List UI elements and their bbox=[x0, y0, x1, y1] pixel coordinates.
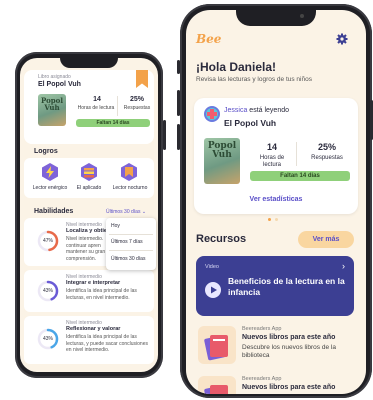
gear-icon[interactable] bbox=[336, 32, 348, 45]
skill-title: Integrar e interpretar bbox=[66, 280, 121, 286]
volume-down-button bbox=[177, 124, 180, 150]
front-phone-screen: Bee ¡Hola Daniela! Revisa las lecturas y… bbox=[186, 10, 366, 394]
hours-value: 14 bbox=[266, 142, 277, 152]
bookmark-icon bbox=[136, 70, 148, 88]
resource-source: Beereaders App bbox=[242, 376, 282, 382]
answers-value: 25% bbox=[317, 142, 336, 152]
days-remaining-pill: Faltan 14 días bbox=[250, 171, 350, 181]
resource-source: Beereaders App bbox=[242, 326, 282, 332]
skill-card[interactable]: 43% Nivel intermedio Reflexionar y valor… bbox=[24, 316, 154, 364]
book-cover: Popol Vuh bbox=[204, 138, 240, 184]
resources-heading: Recursos bbox=[196, 233, 247, 245]
skill-desc: Identifica la idea principal de las lect… bbox=[66, 334, 148, 353]
answers-label: Respuestas bbox=[311, 155, 343, 161]
bookmark-icon[interactable] bbox=[119, 162, 139, 182]
achievement-label: El aplicado bbox=[76, 185, 102, 191]
bee-logo: Bee bbox=[196, 32, 222, 46]
reading-status: Jessica está leyendo bbox=[224, 107, 289, 114]
chevron-down-icon: ⌄ bbox=[141, 209, 147, 215]
skill-progress-ring: 43% bbox=[37, 280, 59, 302]
assigned-label: Libro asignado bbox=[38, 74, 71, 80]
assigned-book-card[interactable]: Libro asignado El Popol Vuh Popol Vuh 14… bbox=[24, 70, 154, 144]
achievements-card: Lector enérgico El aplicado Lector noctu… bbox=[24, 158, 154, 198]
carousel-dot[interactable] bbox=[275, 218, 278, 221]
books-icon[interactable] bbox=[79, 162, 99, 182]
skill-percent: 43% bbox=[42, 336, 53, 342]
skill-progress-ring: 43% bbox=[37, 328, 59, 350]
period-dropdown: Hoy Últimos 7 días Últimos 30 días bbox=[106, 218, 156, 270]
reading-card[interactable]: Jessica está leyendo El Popol Vuh Popol … bbox=[194, 98, 358, 214]
back-phone-screen: Libro asignado El Popol Vuh Popol Vuh 14… bbox=[20, 58, 158, 372]
dropdown-option[interactable]: Últimos 7 días bbox=[111, 239, 143, 245]
volume-up-button bbox=[177, 90, 180, 116]
skill-desc: Identifica la idea principal de las lect… bbox=[66, 288, 137, 301]
view-stats-link[interactable]: Ver estadísticas bbox=[194, 196, 358, 203]
video-title: Beneficios de la lectura en la infancia bbox=[228, 276, 345, 297]
chevron-right-icon: › bbox=[342, 261, 345, 271]
skill-percent: 43% bbox=[42, 288, 53, 294]
books-icon bbox=[198, 326, 236, 364]
carousel-dot-active[interactable] bbox=[268, 218, 271, 221]
skill-title: Reflexionar y valorar bbox=[66, 326, 121, 332]
hours-label: Horas de lectura bbox=[259, 155, 285, 168]
achievements-heading: Logros bbox=[34, 148, 58, 155]
see-more-button[interactable]: Ver más bbox=[298, 231, 354, 248]
play-icon[interactable] bbox=[205, 282, 221, 298]
back-phone-notch bbox=[60, 58, 118, 68]
period-filter[interactable]: Últimos 30 días ⌄ bbox=[106, 209, 146, 215]
avatar bbox=[204, 106, 220, 122]
hours-label: Horas de lectura bbox=[77, 105, 115, 111]
front-phone-notch bbox=[236, 10, 316, 26]
camera-icon bbox=[300, 14, 304, 18]
dropdown-option[interactable]: Últimos 30 días bbox=[111, 256, 145, 262]
power-button bbox=[163, 120, 166, 150]
lightning-icon[interactable] bbox=[40, 162, 60, 182]
video-card[interactable]: Video › Beneficios de la lectura en la i… bbox=[196, 256, 354, 316]
skill-card[interactable]: 43% Nivel intermedio Integrar e interpre… bbox=[24, 270, 154, 312]
days-remaining-pill: Faltan 14 días bbox=[76, 119, 150, 127]
resource-title: Nuevos libros para este año bbox=[242, 384, 336, 391]
dropdown-option[interactable]: Hoy bbox=[111, 223, 120, 229]
skill-progress-ring: 47% bbox=[37, 230, 59, 252]
resource-title: Nuevos libros para este año bbox=[242, 334, 336, 341]
hours-value: 14 bbox=[93, 96, 101, 103]
skills-heading: Habilidades bbox=[34, 208, 74, 215]
greeting: ¡Hola Daniela! bbox=[196, 60, 277, 74]
book-title: El Popol Vuh bbox=[38, 81, 81, 88]
resource-item[interactable]: Beereaders App Nuevos libros para este a… bbox=[196, 326, 354, 372]
book-title: El Popol Vuh bbox=[224, 118, 277, 128]
books-icon bbox=[198, 376, 236, 394]
achievement-label: Lector enérgico bbox=[32, 185, 68, 191]
answers-value: 25% bbox=[129, 96, 144, 103]
answers-label: Respuestas bbox=[123, 105, 151, 111]
achievement-label: Lector nocturno bbox=[112, 185, 148, 191]
book-cover: Popol Vuh bbox=[38, 94, 66, 126]
video-tag: Video bbox=[205, 264, 219, 270]
subtitle: Revisa las lecturas y logros de tus niño… bbox=[196, 76, 312, 83]
resource-desc: Descubre los nuevos libros de la bibliot… bbox=[242, 344, 336, 359]
skill-percent: 47% bbox=[42, 238, 53, 244]
resource-item[interactable]: Beereaders App Nuevos libros para este a… bbox=[196, 376, 354, 394]
mute-switch bbox=[177, 60, 180, 74]
